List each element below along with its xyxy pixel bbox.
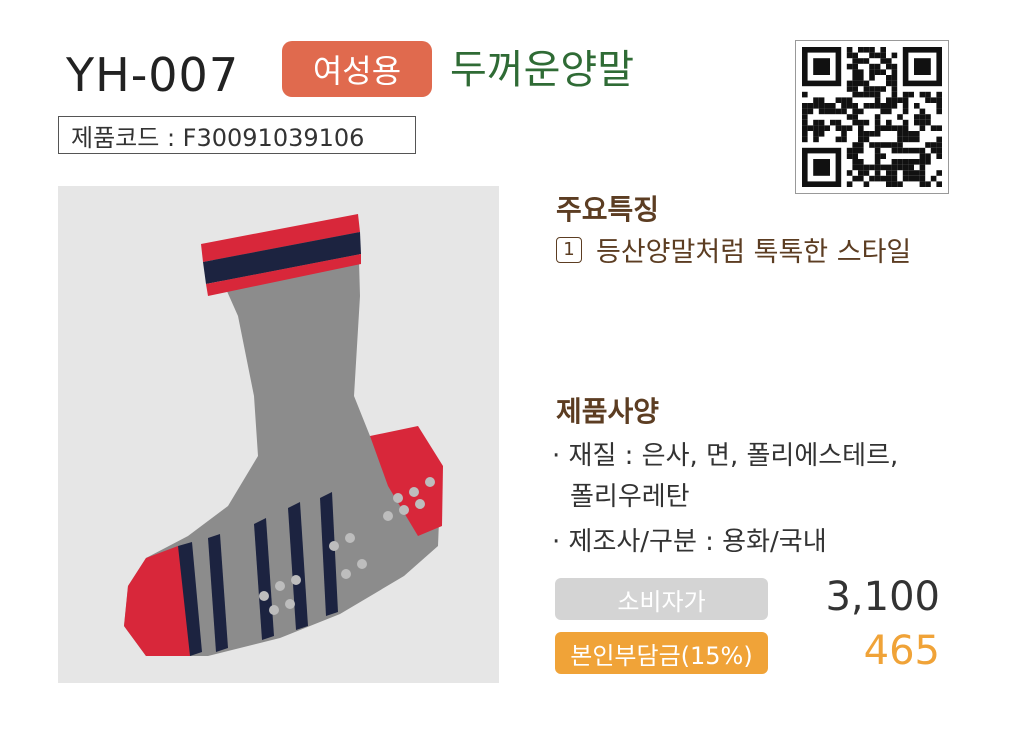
feature-item: 1 등산양말처럼 톡톡한 스타일 — [556, 230, 911, 269]
qr-code — [795, 40, 949, 194]
feature-text: 등산양말처럼 톡톡한 스타일 — [596, 237, 912, 268]
gender-badge: 여성용 — [282, 41, 432, 97]
retail-price-label: 소비자가 — [555, 578, 768, 620]
product-photo — [58, 186, 499, 683]
retail-price-value: 3,100 — [825, 574, 940, 620]
product-name: 두꺼운양말 — [450, 47, 634, 93]
feature-number: 1 — [556, 236, 582, 263]
sock-image — [124, 214, 443, 656]
product-code: 제품코드 : F30091039106 — [58, 116, 416, 154]
spec-material: · 재질 : 은사, 면, 폴리에스테르, — [552, 441, 899, 471]
specs-title: 제품사양 — [556, 395, 660, 428]
spec-maker: · 제조사/구분 : 용화/국내 — [552, 527, 827, 557]
model-number: YH-007 — [66, 48, 240, 102]
spec-material-cont: 폴리우레탄 — [570, 482, 690, 512]
copay-price-value: 465 — [863, 628, 940, 674]
features-title: 주요특징 — [556, 193, 660, 226]
copay-price-label: 본인부담금(15%) — [555, 632, 768, 674]
